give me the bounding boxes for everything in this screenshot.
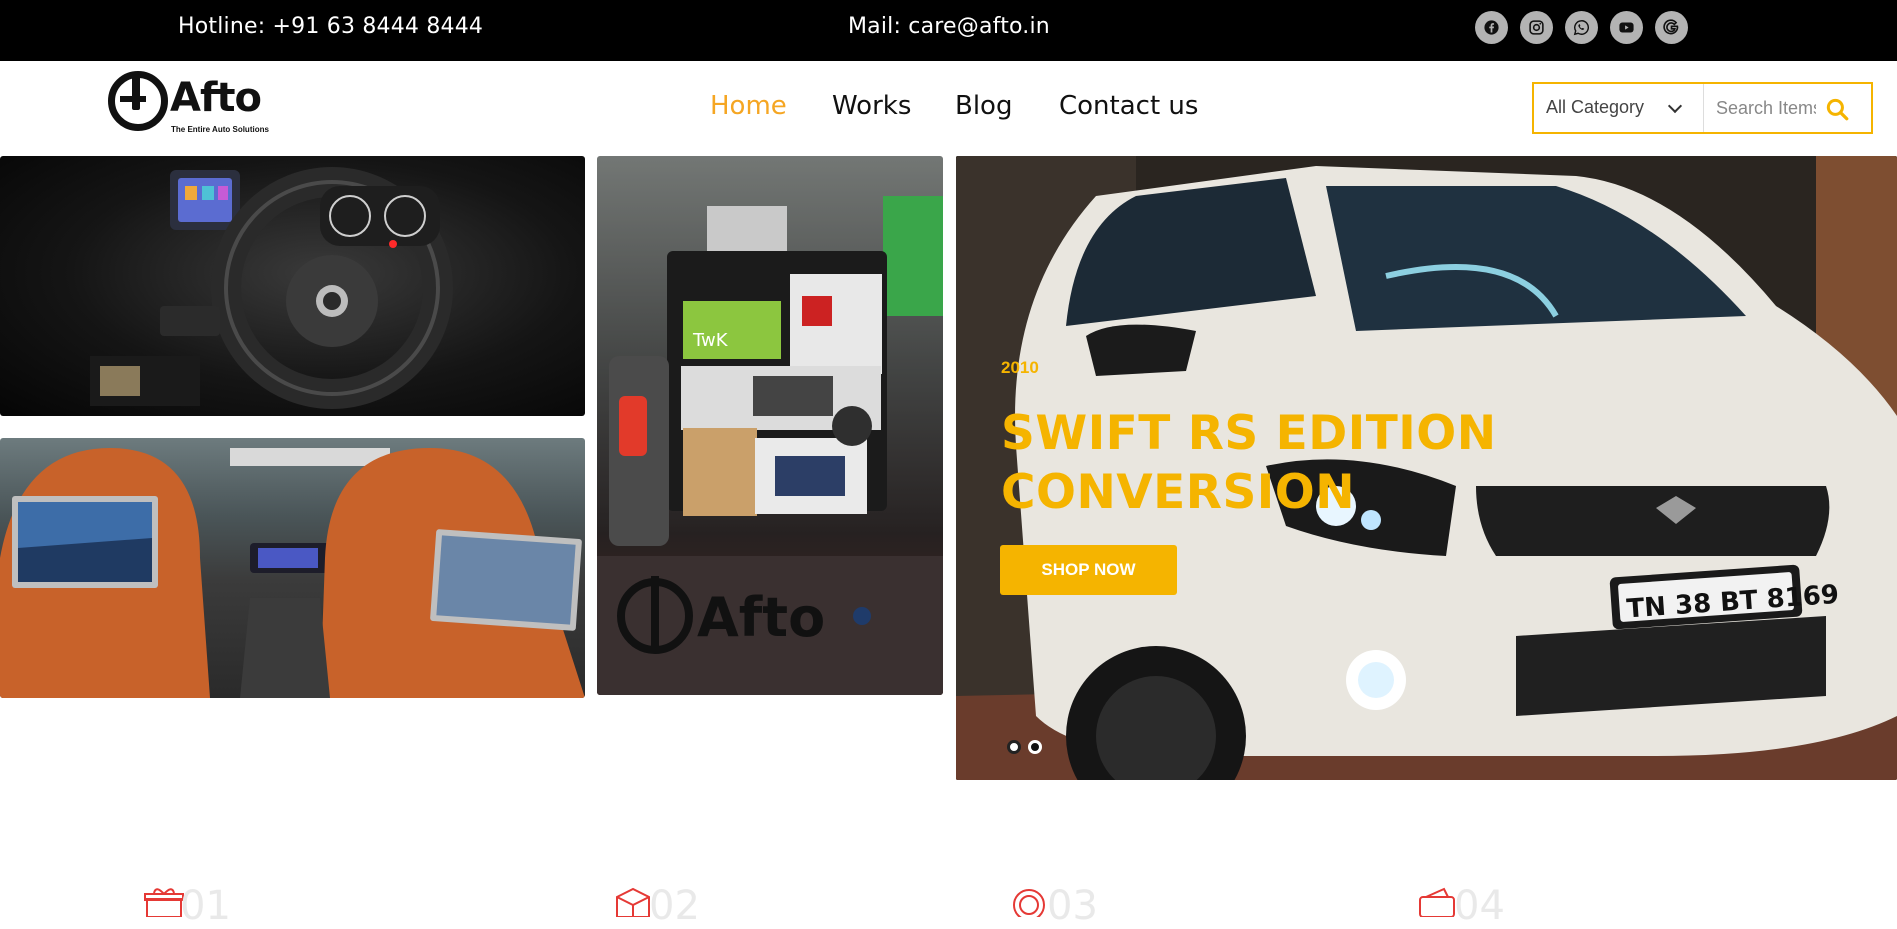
search-icon[interactable] xyxy=(1824,96,1850,122)
category-select-value: All Category xyxy=(1546,97,1645,117)
nav-works[interactable]: Works xyxy=(832,91,911,121)
feature-number: 03 xyxy=(1047,883,1098,929)
hotline-text[interactable]: Hotline: +91 63 8444 8444 xyxy=(178,14,483,39)
nav-blog[interactable]: Blog xyxy=(955,91,1012,121)
search-input[interactable] xyxy=(1716,94,1816,122)
headrest-screens-image[interactable] xyxy=(0,438,585,698)
feature-number: 02 xyxy=(649,883,700,929)
site-header: Afto The Entire Auto Solutions Home Work… xyxy=(0,61,1897,156)
youtube-icon[interactable] xyxy=(1610,11,1643,44)
shop-now-button[interactable]: SHOP NOW xyxy=(1000,545,1177,595)
search-bar: All Category xyxy=(1532,82,1873,134)
svg-text:TwK: TwK xyxy=(692,330,729,351)
slider-dot-2[interactable] xyxy=(1028,740,1042,754)
nav-home[interactable]: Home xyxy=(710,91,787,121)
feature-number: 01 xyxy=(180,883,231,929)
slide-year: 2010 xyxy=(1001,358,1039,377)
nav-contact-us[interactable]: Contact us xyxy=(1059,91,1198,121)
feature-2: 02 xyxy=(613,883,700,929)
slide-title: SWIFT RS EDITION CONVERSION xyxy=(1001,404,1497,522)
slide-title-line1: SWIFT RS EDITION xyxy=(1001,406,1497,461)
car-dashboard-image[interactable] xyxy=(0,156,585,416)
logo-tagline: The Entire Auto Solutions xyxy=(171,125,269,134)
top-bar: Hotline: +91 63 8444 8444 Mail: care@aft… xyxy=(0,0,1897,61)
feature-3: 03 xyxy=(1011,883,1098,929)
slider-dot-1[interactable] xyxy=(1007,740,1021,754)
logo-wordmark: Afto xyxy=(170,75,262,121)
audio-equipment-image[interactable]: TwK Afto xyxy=(597,156,943,695)
facebook-icon[interactable] xyxy=(1475,11,1508,44)
slide-title-line2: CONVERSION xyxy=(1001,465,1356,520)
afto-logo[interactable]: Afto The Entire Auto Solutions xyxy=(108,71,273,137)
google-icon[interactable] xyxy=(1655,11,1688,44)
feature-4: 04 xyxy=(1418,883,1505,929)
whatsapp-icon[interactable] xyxy=(1565,11,1598,44)
logo-mark xyxy=(108,71,168,131)
category-select[interactable]: All Category xyxy=(1534,84,1704,132)
chevron-down-icon xyxy=(1667,98,1683,114)
mail-text[interactable]: Mail: care@afto.in xyxy=(848,14,1050,39)
feature-1: 01 xyxy=(144,883,231,929)
instagram-icon[interactable] xyxy=(1520,11,1553,44)
feature-number: 04 xyxy=(1454,883,1505,929)
svg-text:Afto: Afto xyxy=(697,586,825,649)
